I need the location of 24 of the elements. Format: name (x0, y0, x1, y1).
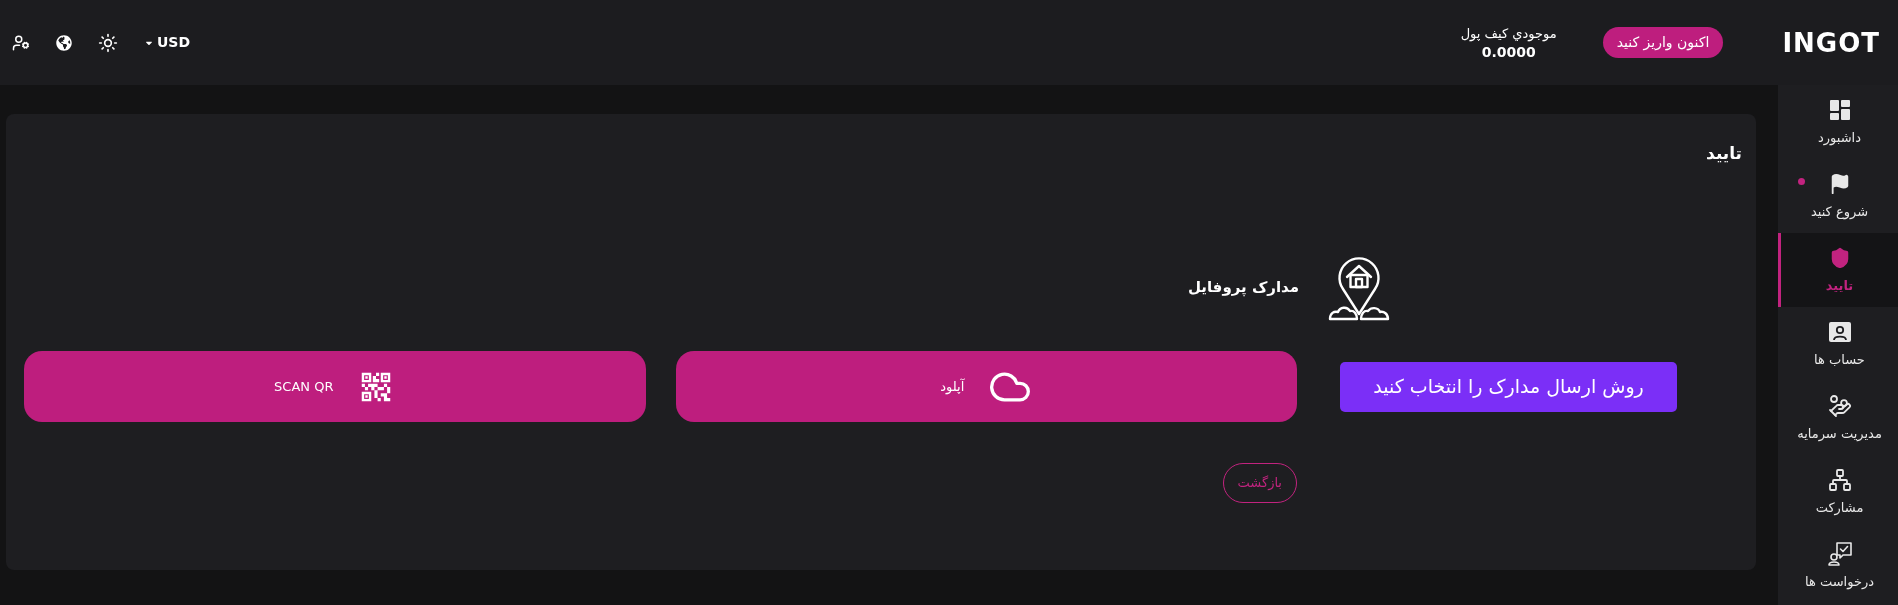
sidebar-item[interactable]: درخواست ها (1778, 529, 1898, 603)
wallet-label: موجودي کیف پول (1460, 24, 1557, 43)
sidebar-item[interactable]: حساب ها (1778, 307, 1898, 381)
theme-sun-icon[interactable] (98, 32, 118, 53)
instruction-callout: روش ارسال مدارک را انتخاب کنید (1340, 361, 1677, 412)
logo: INGOT (1782, 29, 1880, 56)
sidebar-item[interactable]: شروع کنید (1778, 159, 1898, 233)
hand-coins-icon (1827, 394, 1852, 418)
user-card-icon (1828, 322, 1851, 342)
upload-button[interactable]: آپلود (675, 351, 1297, 422)
page-title: تایید (1706, 142, 1742, 164)
sidebar-item[interactable]: داشبورد (1778, 85, 1898, 159)
sidebar-item[interactable]: مشارکت (1778, 455, 1898, 529)
user-chat-check-icon (1827, 542, 1852, 566)
user-settings-icon[interactable] (12, 33, 30, 52)
section-title: مدارک پروفایل (1187, 276, 1299, 298)
scan-qr-button[interactable]: SCAN QR (24, 351, 646, 422)
currency-dropdown[interactable]: USD (144, 32, 191, 53)
sidebar-item[interactable]: مدیریت سرمایه (1778, 381, 1898, 455)
wallet-balance: 0.0000 (1481, 42, 1536, 61)
network-icon (1827, 468, 1852, 492)
globe-icon[interactable] (56, 34, 72, 51)
deposit-button[interactable]: اکنون واریز کنید (1602, 27, 1724, 58)
dashboard-icon (1829, 100, 1850, 120)
